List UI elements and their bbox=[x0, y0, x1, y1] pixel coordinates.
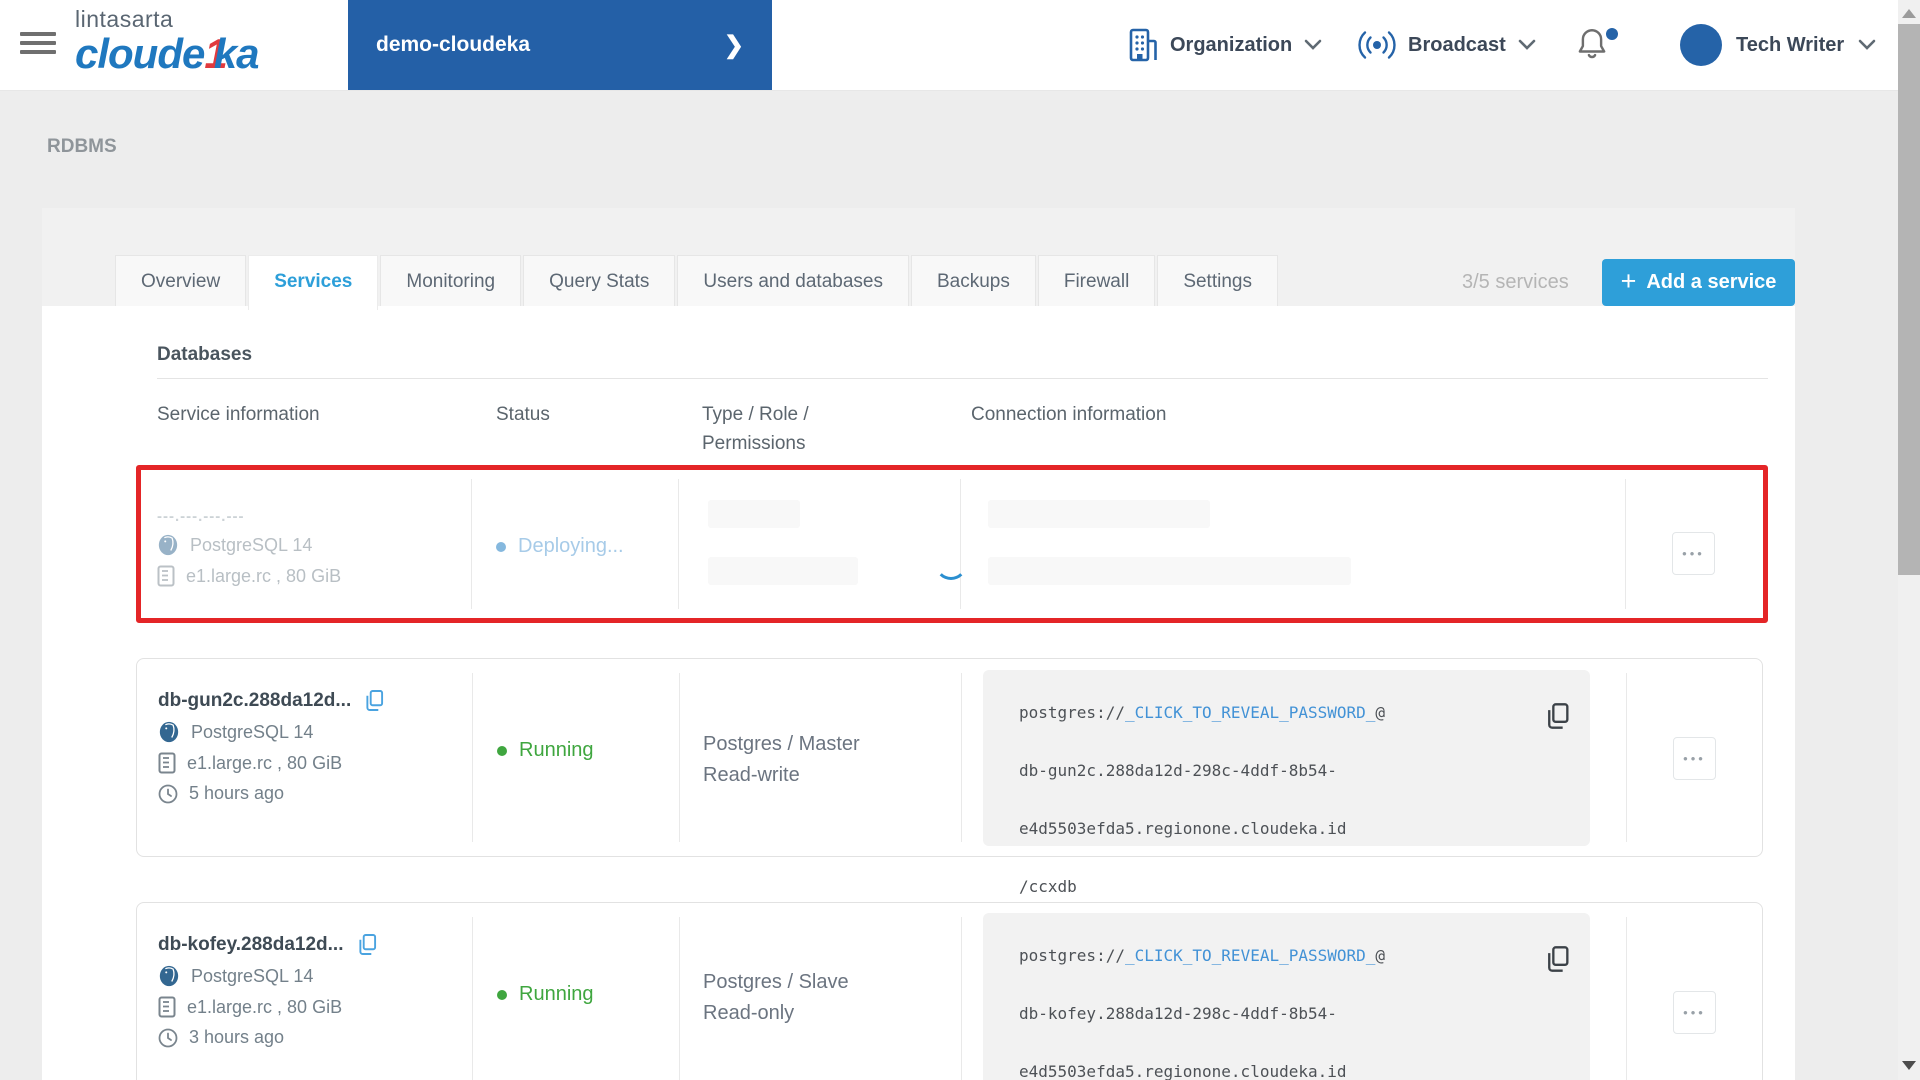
loading-spinner bbox=[935, 548, 967, 580]
tab-backups[interactable]: Backups bbox=[910, 255, 1036, 306]
notification-dot bbox=[1606, 28, 1618, 40]
postgresql-icon bbox=[157, 534, 179, 556]
page-scrollbar[interactable] bbox=[1898, 0, 1920, 1080]
status-running: Running bbox=[497, 983, 594, 1006]
bell-icon bbox=[1578, 29, 1606, 59]
db-row-deploying: ---.---.---.--- PostgreSQL 14 e1.large.r… bbox=[136, 465, 1768, 623]
connection-string: postgres://_CLICK_TO_REVEAL_PASSWORD_@ d… bbox=[1019, 946, 1386, 1080]
rdbms-page: lintasarta cloude1ka demo-cloudeka ❯ Org… bbox=[0, 0, 1920, 1080]
plus-icon: + bbox=[1620, 265, 1637, 296]
clock-icon bbox=[158, 784, 178, 804]
scroll-down-arrow[interactable] bbox=[1902, 1061, 1916, 1070]
tab-firewall[interactable]: Firewall bbox=[1037, 255, 1156, 306]
age-label: 5 hours ago bbox=[189, 783, 285, 803]
status-dot bbox=[497, 745, 507, 756]
chevron-down-icon bbox=[1304, 39, 1322, 51]
services-count: 3/5 services bbox=[1462, 271, 1569, 293]
engine-label: PostgreSQL 14 bbox=[190, 534, 313, 555]
chevron-down-icon bbox=[1858, 39, 1876, 51]
clock-icon bbox=[158, 1028, 178, 1048]
status-dot bbox=[497, 989, 507, 1000]
section-title-databases: Databases bbox=[157, 344, 253, 365]
scroll-up-arrow[interactable] bbox=[1902, 9, 1916, 18]
type-role: Postgres / Master Read-write bbox=[703, 733, 860, 786]
top-header: lintasarta cloude1ka demo-cloudeka ❯ Org… bbox=[0, 0, 1898, 91]
db-row-gun2c: db-gun2c.288da12d... PostgreSQL 14 e1.la… bbox=[136, 658, 1763, 896]
service-info: db-kofey.288da12d... PostgreSQL 14 e1.la… bbox=[158, 933, 468, 1048]
postgresql-icon bbox=[158, 965, 180, 987]
project-selector[interactable]: demo-cloudeka ❯ bbox=[348, 0, 772, 90]
copy-name-icon[interactable] bbox=[365, 689, 384, 712]
copy-connection-icon[interactable] bbox=[1546, 945, 1570, 973]
services-panel: Databases Service information Status Typ… bbox=[42, 306, 1795, 1080]
column-header-connection: Connection information bbox=[971, 404, 1167, 425]
status-dot bbox=[496, 541, 506, 552]
breadcrumb: RDBMS bbox=[47, 136, 117, 157]
chevron-down-icon bbox=[1518, 39, 1536, 51]
service-info: db-gun2c.288da12d... PostgreSQL 14 e1.la… bbox=[158, 689, 468, 804]
broadcast-menu[interactable]: Broadcast bbox=[1358, 0, 1536, 90]
broadcast-icon bbox=[1358, 29, 1396, 61]
connection-info-box: postgres://_CLICK_TO_REVEAL_PASSWORD_@ d… bbox=[983, 670, 1590, 896]
engine-label: PostgreSQL 14 bbox=[191, 721, 314, 742]
avatar bbox=[1680, 24, 1722, 66]
db-row-kofey: db-kofey.288da12d... PostgreSQL 14 e1.la… bbox=[136, 902, 1763, 1080]
tab-settings[interactable]: Settings bbox=[1157, 255, 1278, 306]
skeleton-block bbox=[708, 500, 800, 528]
spec-label: e1.large.rc , 80 GiB bbox=[186, 565, 342, 586]
reveal-password-link[interactable]: _CLICK_TO_REVEAL_PASSWORD_ bbox=[1125, 703, 1375, 722]
user-menu[interactable]: Tech Writer bbox=[1680, 0, 1876, 90]
tab-services[interactable]: Services bbox=[248, 255, 379, 310]
type-role: Postgres / Slave Read-only bbox=[703, 971, 849, 1024]
connection-info-box: postgres://_CLICK_TO_REVEAL_PASSWORD_@ d… bbox=[983, 913, 1590, 1080]
service-name: db-gun2c.288da12d... bbox=[158, 689, 352, 711]
status-deploying: Deploying... bbox=[496, 535, 624, 558]
connection-string: postgres://_CLICK_TO_REVEAL_PASSWORD_@ d… bbox=[1019, 703, 1386, 896]
tab-users-and-databases[interactable]: Users and databases bbox=[677, 255, 909, 306]
engine-label: PostgreSQL 14 bbox=[191, 965, 314, 986]
section-divider bbox=[157, 378, 1768, 379]
building-icon bbox=[1128, 28, 1158, 62]
spec-label: e1.large.rc , 80 GiB bbox=[187, 996, 343, 1017]
server-spec-icon bbox=[157, 565, 175, 587]
server-spec-icon bbox=[158, 996, 176, 1018]
skeleton-block bbox=[708, 557, 858, 585]
column-header-type-role: Type / Role / Permissions bbox=[702, 404, 809, 454]
copy-connection-icon[interactable] bbox=[1546, 702, 1570, 730]
skeleton-block bbox=[988, 500, 1210, 528]
tab-overview[interactable]: Overview bbox=[115, 255, 247, 306]
tab-monitoring[interactable]: Monitoring bbox=[380, 255, 522, 306]
logo-cloudeka-text: cloude1ka bbox=[75, 30, 259, 77]
skeleton-block bbox=[988, 557, 1351, 585]
row-actions-button[interactable]: ••• bbox=[1673, 737, 1716, 780]
column-header-service: Service information bbox=[157, 404, 320, 425]
age-label: 3 hours ago bbox=[189, 1027, 285, 1047]
tab-bar: Overview Services Monitoring Query Stats… bbox=[115, 255, 1278, 310]
scrollbar-thumb[interactable] bbox=[1898, 24, 1920, 575]
organization-label: Organization bbox=[1170, 33, 1293, 56]
organization-menu[interactable]: Organization bbox=[1128, 0, 1322, 90]
spec-label: e1.large.rc , 80 GiB bbox=[187, 752, 343, 773]
server-spec-icon bbox=[158, 752, 176, 774]
chevron-right-icon: ❯ bbox=[723, 31, 744, 59]
hamburger-menu-icon[interactable] bbox=[20, 32, 56, 58]
copy-name-icon[interactable] bbox=[358, 933, 377, 956]
status-running: Running bbox=[497, 739, 594, 762]
service-info: ---.---.---.--- PostgreSQL 14 e1.large.r… bbox=[157, 508, 467, 587]
tab-query-stats[interactable]: Query Stats bbox=[523, 255, 676, 306]
postgresql-icon bbox=[158, 721, 180, 743]
service-name: db-kofey.288da12d... bbox=[158, 933, 344, 955]
logo-lintasarta-text: lintasarta bbox=[75, 6, 174, 32]
service-name-placeholder: ---.---.---.--- bbox=[157, 508, 245, 525]
row-actions-button[interactable]: ••• bbox=[1672, 532, 1715, 575]
user-name: Tech Writer bbox=[1736, 33, 1845, 56]
add-service-button[interactable]: + Add a service bbox=[1602, 259, 1795, 306]
row-actions-button[interactable]: ••• bbox=[1673, 991, 1716, 1034]
cloudeka-logo: lintasarta cloude1ka bbox=[75, 6, 259, 77]
reveal-password-link[interactable]: _CLICK_TO_REVEAL_PASSWORD_ bbox=[1125, 946, 1375, 965]
notifications-bell[interactable] bbox=[1576, 26, 1620, 66]
broadcast-label: Broadcast bbox=[1408, 33, 1506, 56]
column-header-status: Status bbox=[496, 404, 550, 425]
project-name: demo-cloudeka bbox=[376, 33, 531, 56]
